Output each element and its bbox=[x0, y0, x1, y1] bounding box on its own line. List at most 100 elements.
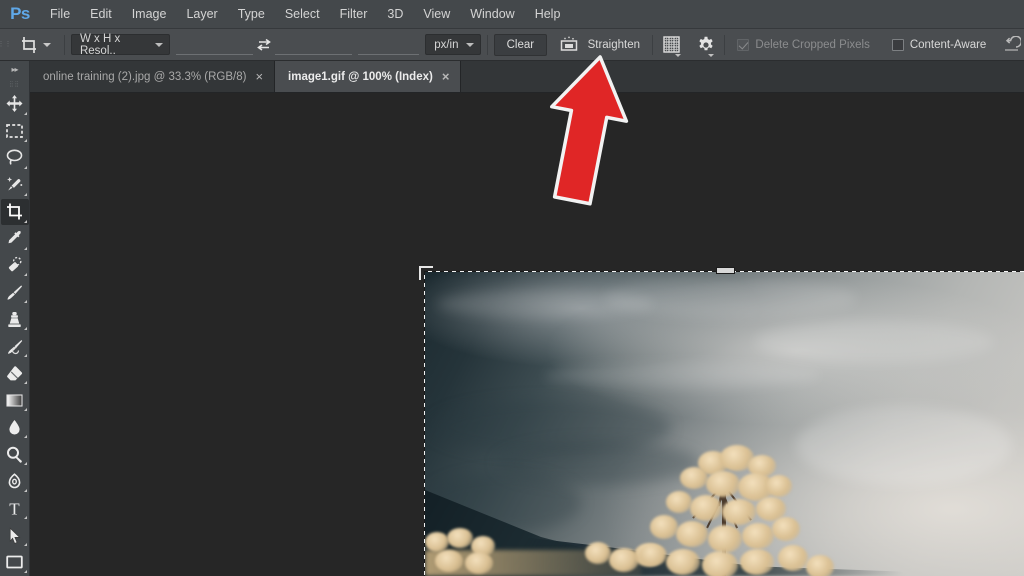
tool-blur[interactable] bbox=[1, 414, 29, 440]
tool-move[interactable] bbox=[1, 91, 29, 117]
flyout-triangle-icon bbox=[23, 569, 27, 573]
crop-width-value bbox=[176, 38, 254, 55]
crop-ratio-value: W x H x Resol.. bbox=[79, 32, 121, 57]
flyout-triangle-icon bbox=[23, 300, 27, 304]
tool-crop[interactable] bbox=[0, 198, 29, 225]
content-aware-checkbox[interactable]: Content-Aware bbox=[886, 38, 993, 51]
flyout-triangle-icon bbox=[23, 138, 27, 142]
flyout-triangle-icon bbox=[23, 192, 27, 196]
menu-item-3d[interactable]: 3D bbox=[377, 2, 413, 26]
reset-tool-icon[interactable] bbox=[998, 32, 1024, 58]
chevron-down-icon bbox=[674, 53, 681, 57]
tool-spot-healing-brush[interactable] bbox=[1, 253, 29, 279]
document-tab-image1[interactable]: image1.gif @ 100% (Index) × bbox=[275, 61, 462, 92]
tool-lasso[interactable] bbox=[1, 145, 29, 171]
menu-item-image[interactable]: Image bbox=[122, 2, 177, 26]
tool-clone-stamp[interactable] bbox=[1, 306, 29, 332]
checkbox-box bbox=[891, 38, 904, 51]
crop-resolution-value bbox=[357, 38, 420, 55]
close-icon[interactable]: × bbox=[255, 70, 263, 83]
panel-drag-handle-icon[interactable]: ⣿⣿ bbox=[0, 77, 30, 90]
menu-item-edit[interactable]: Edit bbox=[80, 2, 122, 26]
divider bbox=[64, 34, 65, 55]
crop-resolution-input[interactable] bbox=[357, 34, 420, 55]
resolution-unit-select[interactable]: px/in bbox=[425, 34, 481, 55]
flyout-triangle-icon bbox=[23, 354, 27, 358]
tool-rectangle-shape[interactable] bbox=[1, 549, 29, 575]
checkbox-box bbox=[737, 38, 750, 51]
delete-cropped-pixels-label: Delete Cropped Pixels bbox=[755, 38, 870, 51]
menu-bar: Ps File Edit Image Layer Type Select Fil… bbox=[0, 0, 1024, 29]
tool-options-bar: ⋮ ⋮ W x H x Resol.. px/in Clear Straight… bbox=[0, 29, 1024, 61]
tool-dodge[interactable] bbox=[1, 441, 29, 467]
flyout-triangle-icon bbox=[23, 489, 27, 493]
tab-label: online training (2).jpg @ 33.3% (RGB/8) bbox=[43, 70, 247, 83]
menu-item-select[interactable]: Select bbox=[275, 2, 330, 26]
tool-pen[interactable] bbox=[1, 468, 29, 494]
flyout-triangle-icon bbox=[23, 543, 27, 546]
flyout-triangle-icon bbox=[23, 273, 27, 277]
chevron-down-icon bbox=[708, 53, 715, 57]
crop-height-value bbox=[274, 38, 352, 55]
tool-eraser[interactable] bbox=[1, 360, 29, 386]
content-aware-label: Content-Aware bbox=[909, 38, 987, 51]
menu-item-type[interactable]: Type bbox=[228, 2, 275, 26]
straighten-icon[interactable] bbox=[556, 32, 582, 58]
menu-item-layer[interactable]: Layer bbox=[176, 2, 227, 26]
crop-ratio-select[interactable]: W x H x Resol.. bbox=[70, 32, 170, 57]
crop-width-input[interactable] bbox=[176, 34, 254, 55]
straighten-button[interactable]: Straighten bbox=[582, 39, 646, 51]
menu-item-window[interactable]: Window bbox=[460, 2, 524, 26]
flyout-triangle-icon bbox=[23, 408, 27, 412]
swap-width-height-icon[interactable] bbox=[253, 35, 275, 55]
tool-quick-selection[interactable] bbox=[1, 172, 29, 198]
delete-cropped-pixels-checkbox[interactable]: Delete Cropped Pixels bbox=[731, 38, 875, 51]
divider bbox=[486, 34, 488, 55]
flyout-triangle-icon bbox=[23, 165, 27, 169]
chevron-down-icon bbox=[43, 42, 51, 47]
crop-overlay-grid-icon[interactable] bbox=[659, 32, 685, 58]
menu-item-file[interactable]: File bbox=[40, 2, 80, 26]
document-tab-online-training[interactable]: online training (2).jpg @ 33.3% (RGB/8) … bbox=[30, 61, 276, 92]
tool-type[interactable]: T bbox=[1, 495, 29, 521]
small-tree-left bbox=[425, 526, 541, 576]
tab-label: image1.gif @ 100% (Index) bbox=[288, 70, 433, 83]
double-chevron-right-icon[interactable]: ▸▸ bbox=[0, 61, 30, 77]
photoshop-logo: Ps bbox=[10, 4, 30, 23]
crop-height-input[interactable] bbox=[274, 34, 352, 55]
menu-item-help[interactable]: Help bbox=[525, 2, 571, 26]
crop-tool-icon bbox=[19, 35, 39, 55]
tools-panel: ▸▸ ⣿⣿ T bbox=[0, 61, 30, 576]
flyout-triangle-icon bbox=[23, 381, 27, 385]
chevron-down-icon bbox=[465, 42, 474, 47]
options-bar-drag-handle[interactable]: ⋮ ⋮ bbox=[0, 29, 12, 61]
canvas-workspace[interactable] bbox=[30, 93, 1024, 576]
flyout-triangle-icon bbox=[23, 462, 27, 466]
tool-gradient[interactable] bbox=[1, 387, 29, 413]
svg-text:T: T bbox=[9, 499, 20, 518]
chevron-down-icon bbox=[155, 42, 163, 47]
tool-preset-picker[interactable] bbox=[9, 29, 58, 61]
photoshop-window: Ps File Edit Image Layer Type Select Fil… bbox=[0, 0, 1024, 576]
flyout-triangle-icon bbox=[23, 435, 27, 439]
divider bbox=[724, 34, 726, 55]
flyout-triangle-icon bbox=[23, 516, 27, 520]
gear-icon[interactable] bbox=[693, 32, 719, 58]
flyout-triangle-icon bbox=[23, 327, 27, 331]
tool-path-selection[interactable] bbox=[1, 522, 29, 548]
divider bbox=[652, 34, 654, 55]
tool-eyedropper[interactable] bbox=[1, 226, 29, 252]
menu-item-view[interactable]: View bbox=[413, 2, 460, 26]
photo-content bbox=[425, 272, 1024, 576]
flyout-triangle-icon bbox=[23, 246, 27, 250]
menu-item-filter[interactable]: Filter bbox=[330, 2, 378, 26]
close-icon[interactable]: × bbox=[442, 70, 450, 83]
tool-history-brush[interactable] bbox=[1, 333, 29, 359]
flyout-triangle-icon bbox=[23, 219, 27, 223]
clear-button[interactable]: Clear bbox=[493, 33, 547, 56]
document-image[interactable] bbox=[425, 272, 1024, 576]
flyout-triangle-icon bbox=[23, 111, 27, 115]
tool-rectangular-marquee[interactable] bbox=[1, 118, 29, 144]
resolution-unit-value: px/in bbox=[434, 38, 459, 51]
tool-brush[interactable] bbox=[1, 279, 29, 305]
